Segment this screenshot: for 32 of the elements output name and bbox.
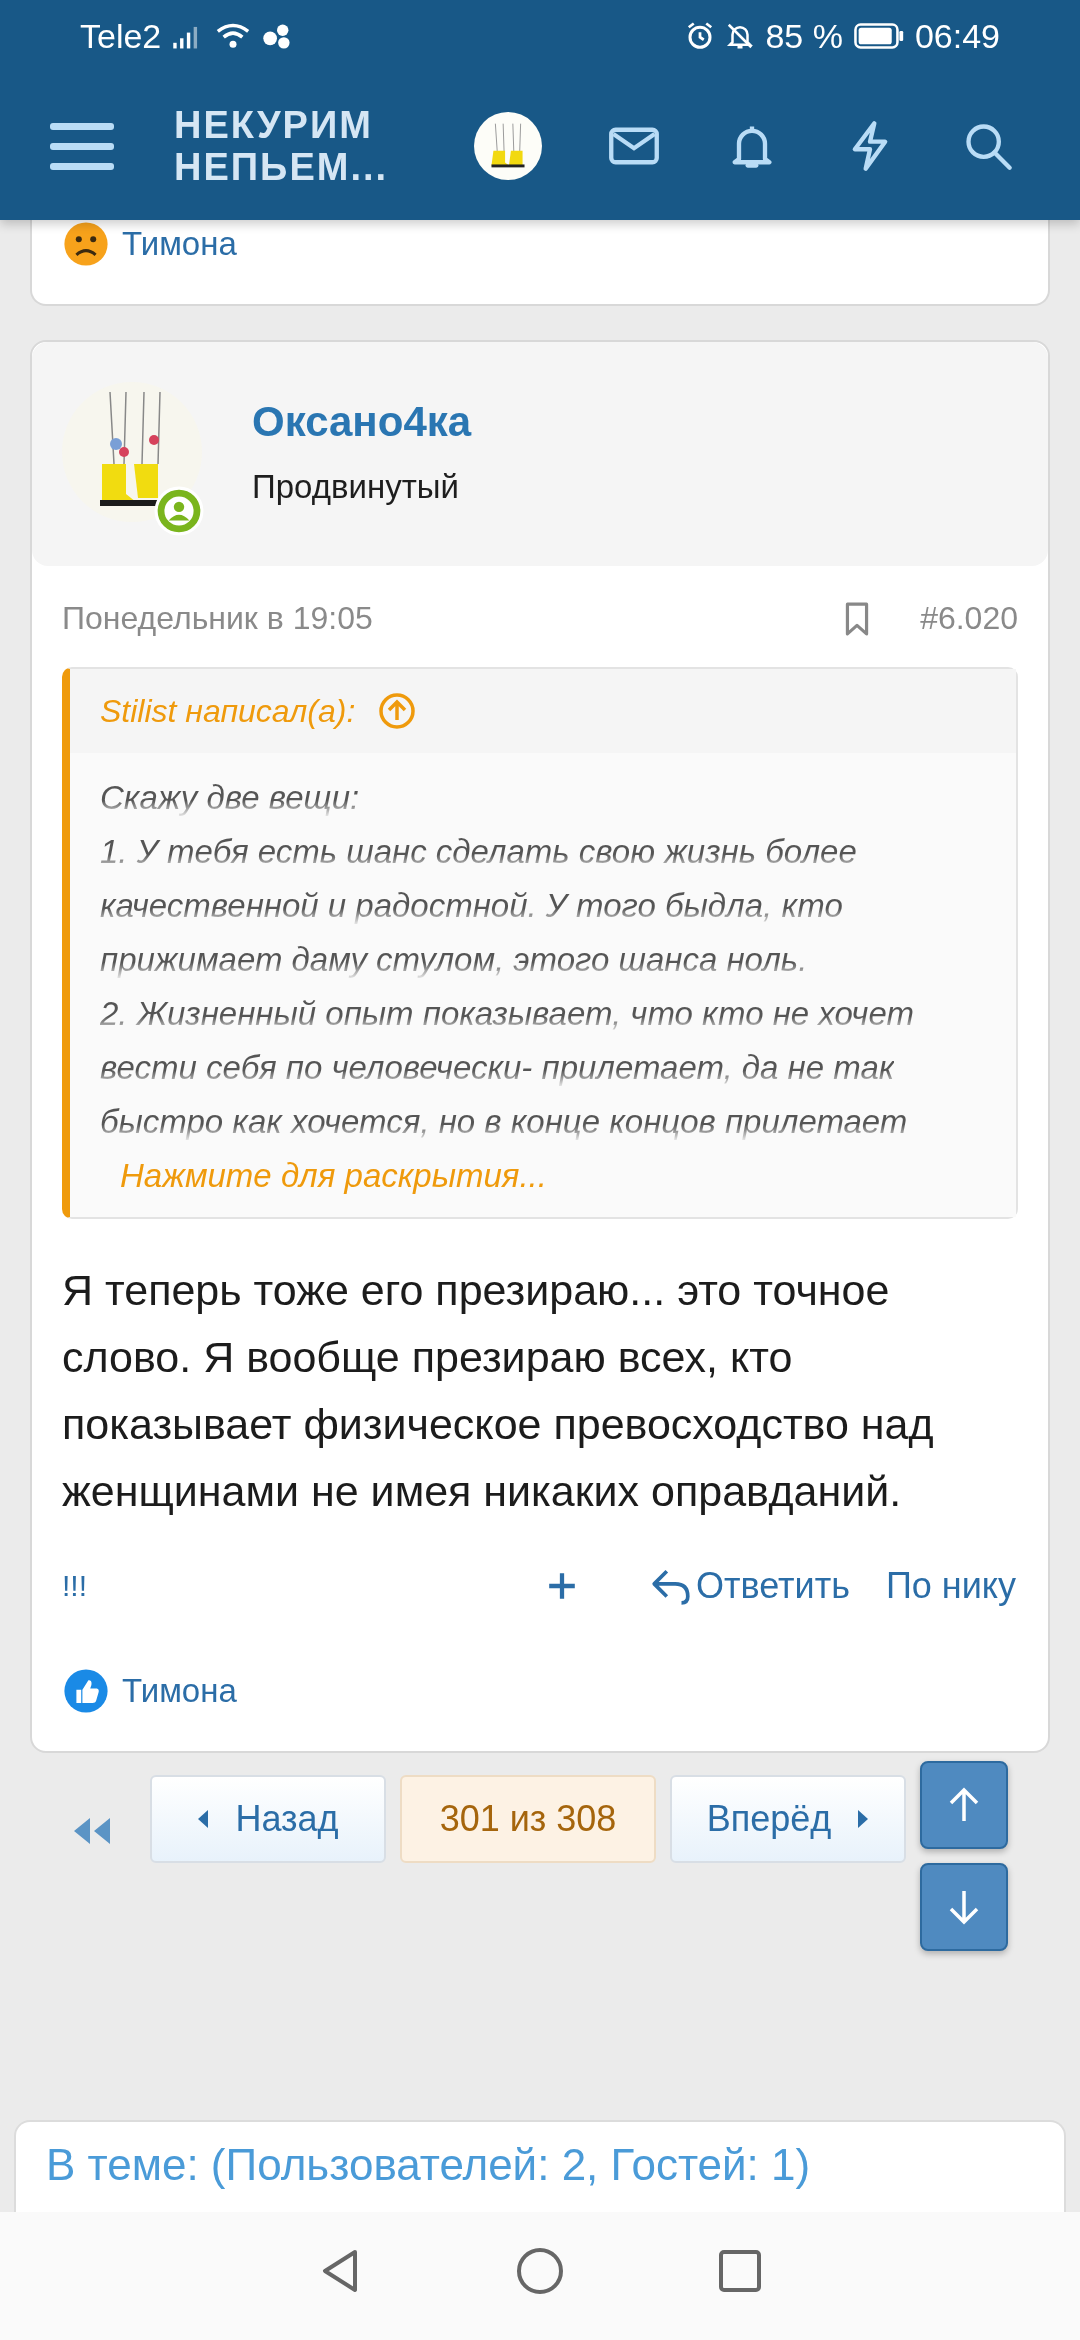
post-action-link[interactable]: !!!	[62, 1569, 87, 1603]
clock-time: 06:49	[914, 16, 1000, 56]
reply-link[interactable]: Ответить	[650, 1565, 850, 1607]
caret-left-icon	[197, 1809, 210, 1829]
battery-icon	[852, 22, 905, 50]
post-date[interactable]: Понедельник в 19:05	[62, 600, 373, 637]
reply-label[interactable]: Ответить	[696, 1565, 850, 1607]
menu-icon[interactable]	[50, 121, 114, 171]
site-logo[interactable]: НЕКУРИМ НЕПЬЕМ...	[174, 104, 414, 188]
battery-percent: 85 %	[765, 16, 843, 56]
caret-right-icon	[857, 1809, 870, 1829]
wifi-icon	[215, 22, 252, 50]
thumbs-up-icon	[62, 1667, 110, 1715]
reply-icon	[650, 1567, 693, 1605]
online-users-title[interactable]: В теме: (Пользователей: 2, Гостей: 1)	[46, 2140, 811, 2189]
post-number[interactable]: #6.020	[920, 600, 1018, 637]
reaction-user[interactable]: Тимона	[122, 225, 237, 263]
scroll-up-button[interactable]	[920, 1761, 1008, 1849]
bell-off-icon	[725, 21, 756, 51]
bookmark-icon[interactable]	[844, 601, 871, 636]
scroll-down-button[interactable]	[920, 1863, 1008, 1951]
sad-face-icon	[62, 220, 110, 268]
home-icon[interactable]	[515, 2246, 565, 2296]
post-text: Я теперь тоже его презираю... это точное слово. Я вообще презираю всех, кто показывает физическое превосходство над женщинами не имея никаких оправданий.	[62, 1265, 935, 1517]
previous-button[interactable]: Назад	[150, 1775, 386, 1863]
user-rank: Продвинутый	[252, 468, 460, 506]
carrier-name: Tele2	[80, 16, 162, 56]
author-name[interactable]: Оксано4ка	[252, 398, 472, 446]
next-button[interactable]: Вперёд	[670, 1775, 906, 1863]
reaction-user[interactable]: Тимона	[122, 1672, 237, 1710]
by-nick-link[interactable]: По нику	[885, 1565, 1016, 1607]
page-indicator[interactable]: 301 из 308	[400, 1775, 656, 1863]
